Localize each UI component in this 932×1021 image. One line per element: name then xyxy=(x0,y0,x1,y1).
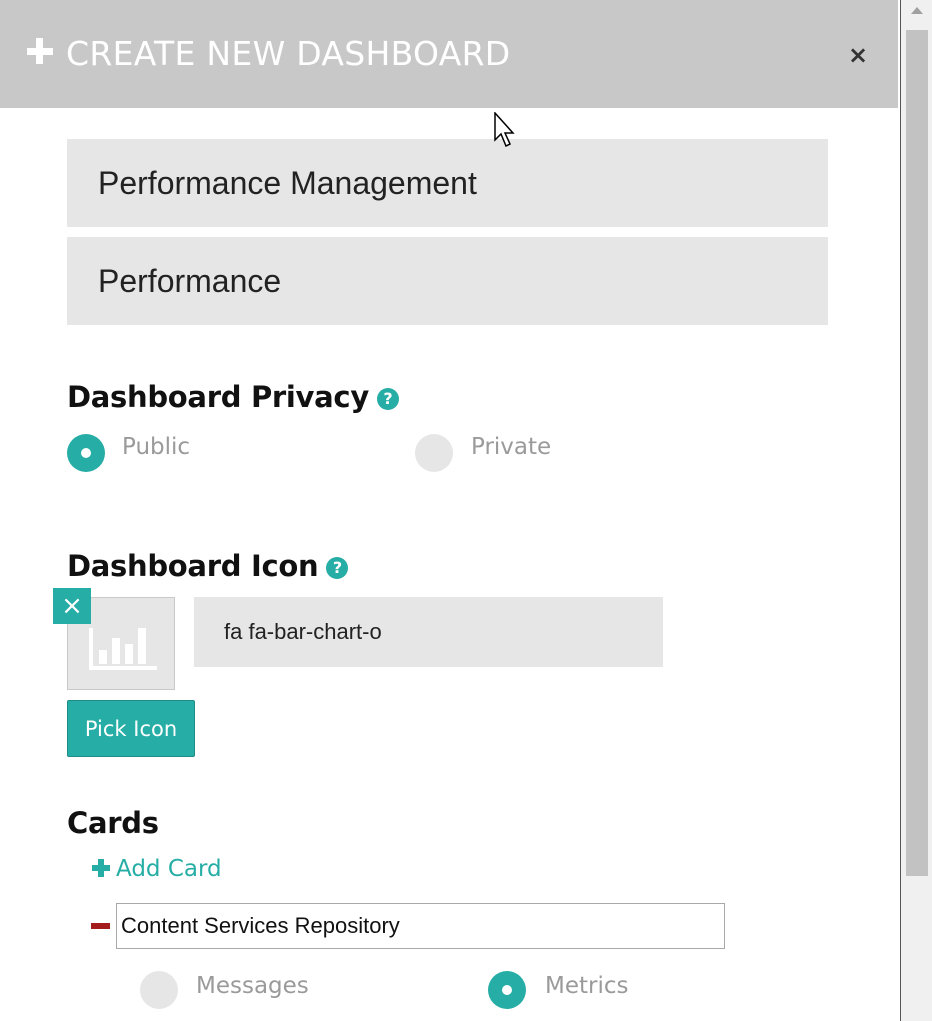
add-card-button[interactable]: Add Card xyxy=(92,856,222,882)
card-metrics-label[interactable]: Metrics xyxy=(545,973,629,999)
plus-icon xyxy=(92,859,110,877)
privacy-public-radio[interactable] xyxy=(67,434,105,472)
remove-card-button[interactable] xyxy=(91,923,110,929)
icon-heading: Dashboard Icon? xyxy=(67,549,349,583)
dialog-header: CREATE NEW DASHBOARD × xyxy=(0,0,898,108)
mouse-cursor-icon xyxy=(494,112,515,148)
privacy-heading: Dashboard Privacy? xyxy=(67,380,399,414)
icon-heading-label: Dashboard Icon xyxy=(67,549,319,583)
dashboard-name-field[interactable]: Performance Management xyxy=(67,139,828,227)
card-messages-label[interactable]: Messages xyxy=(196,973,309,999)
dialog-title: CREATE NEW DASHBOARD xyxy=(66,34,511,73)
help-icon[interactable]: ? xyxy=(376,388,399,410)
add-card-label: Add Card xyxy=(116,856,222,882)
card-name-input[interactable]: Content Services Repository xyxy=(116,903,725,949)
create-dashboard-dialog: CREATE NEW DASHBOARD × Performance Manag… xyxy=(0,0,898,1021)
icon-class-field[interactable]: fa fa-bar-chart-o xyxy=(194,597,663,667)
dashboard-short-name-field[interactable]: Performance xyxy=(67,237,828,325)
help-icon[interactable]: ? xyxy=(326,557,349,579)
close-button[interactable]: × xyxy=(842,40,874,70)
privacy-public-label[interactable]: Public xyxy=(122,434,190,460)
privacy-heading-label: Dashboard Privacy xyxy=(67,380,369,414)
vertical-scrollbar[interactable] xyxy=(900,0,932,1021)
scroll-thumb[interactable] xyxy=(906,30,928,876)
card-metrics-radio[interactable] xyxy=(488,971,526,1009)
scroll-up-arrow-icon[interactable] xyxy=(911,7,923,14)
remove-icon-button[interactable]: × xyxy=(53,588,91,624)
privacy-private-radio[interactable] xyxy=(415,434,453,472)
card-messages-radio[interactable] xyxy=(140,971,178,1009)
cards-heading: Cards xyxy=(67,806,159,840)
privacy-private-label[interactable]: Private xyxy=(471,434,551,460)
pick-icon-button[interactable]: Pick Icon xyxy=(67,700,195,757)
plus-icon xyxy=(25,36,55,66)
